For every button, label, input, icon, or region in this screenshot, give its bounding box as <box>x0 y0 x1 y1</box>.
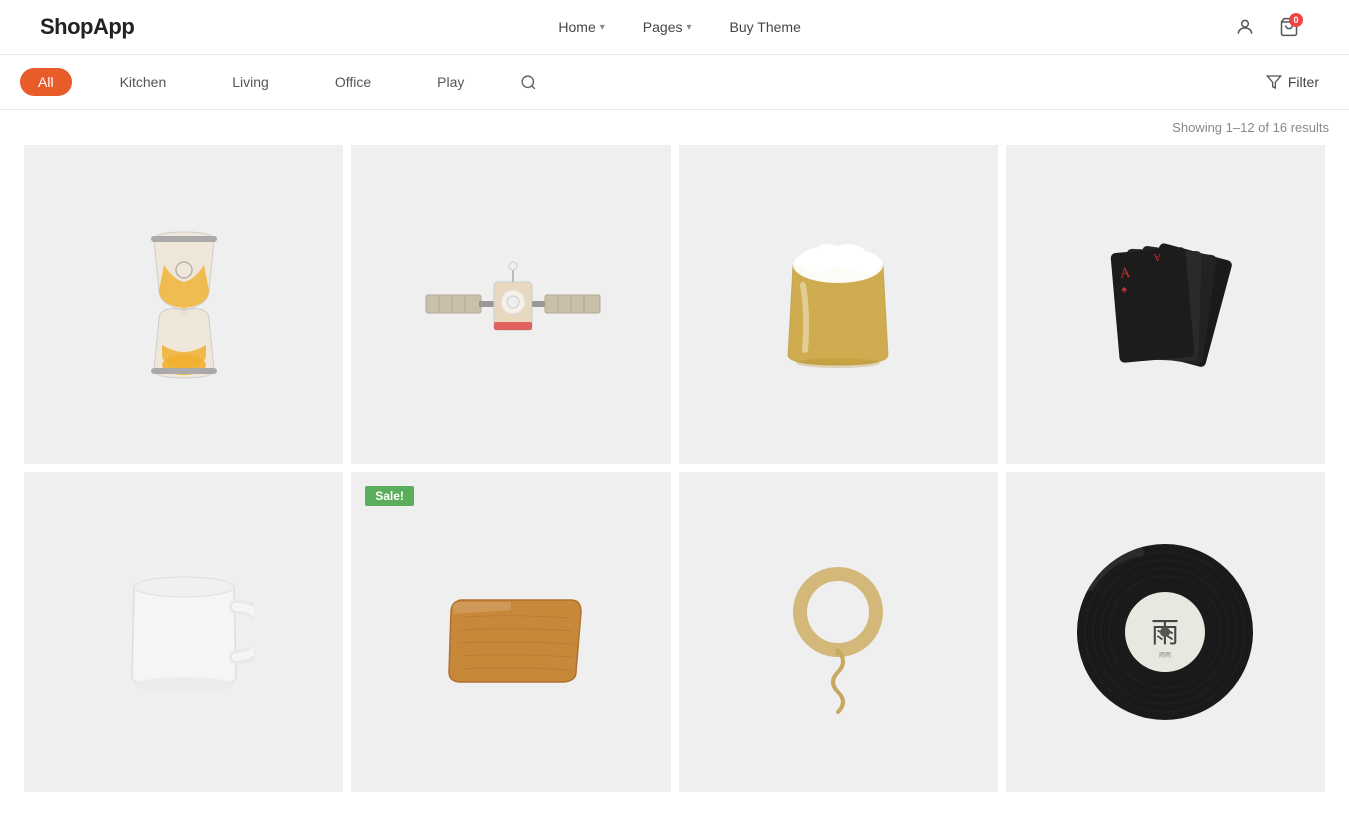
category-kitchen[interactable]: Kitchen <box>102 68 185 96</box>
product-card-cards[interactable]: A ♠ A <box>1006 145 1325 464</box>
main-nav: Home ▾ Pages ▾ Buy Theme <box>544 13 814 41</box>
sale-badge: Sale! <box>365 486 414 506</box>
nav-pages[interactable]: Pages ▾ <box>629 13 706 41</box>
product-card-beer[interactable] <box>679 145 998 464</box>
site-header: ShopApp Home ▾ Pages ▾ Buy Theme 0 <box>0 0 1349 55</box>
user-icon <box>1235 17 1255 37</box>
chevron-down-icon: ▾ <box>686 22 691 33</box>
product-card-vinyl[interactable]: 雨 雨雨 <box>1006 472 1325 791</box>
category-office[interactable]: Office <box>317 68 389 96</box>
product-grid: A ♠ A Sale! <box>0 141 1349 816</box>
filter-icon <box>1266 74 1282 90</box>
cart-count-badge: 0 <box>1289 13 1303 27</box>
cart-button[interactable]: 0 <box>1269 7 1309 47</box>
category-all[interactable]: All <box>20 68 72 96</box>
buy-theme-link[interactable]: Buy Theme <box>716 13 815 41</box>
search-button[interactable] <box>512 66 544 98</box>
user-account-button[interactable] <box>1225 7 1265 47</box>
category-living[interactable]: Living <box>214 68 287 96</box>
product-card-satellite[interactable] <box>351 145 670 464</box>
search-icon <box>520 74 537 91</box>
chevron-down-icon: ▾ <box>600 22 605 33</box>
nav-home[interactable]: Home ▾ <box>544 13 618 41</box>
results-count: Showing 1–12 of 16 results <box>0 110 1349 141</box>
category-play[interactable]: Play <box>419 68 482 96</box>
site-logo[interactable]: ShopApp <box>40 14 134 40</box>
header-icons: 0 <box>1225 7 1309 47</box>
product-card-hourglass[interactable] <box>24 145 343 464</box>
product-card-wood[interactable]: Sale! <box>351 472 670 791</box>
product-card-mug[interactable] <box>24 472 343 791</box>
filter-button[interactable]: Filter <box>1256 68 1329 96</box>
category-bar: All Kitchen Living Office Play Filter <box>0 55 1349 110</box>
product-card-ring[interactable] <box>679 472 998 791</box>
